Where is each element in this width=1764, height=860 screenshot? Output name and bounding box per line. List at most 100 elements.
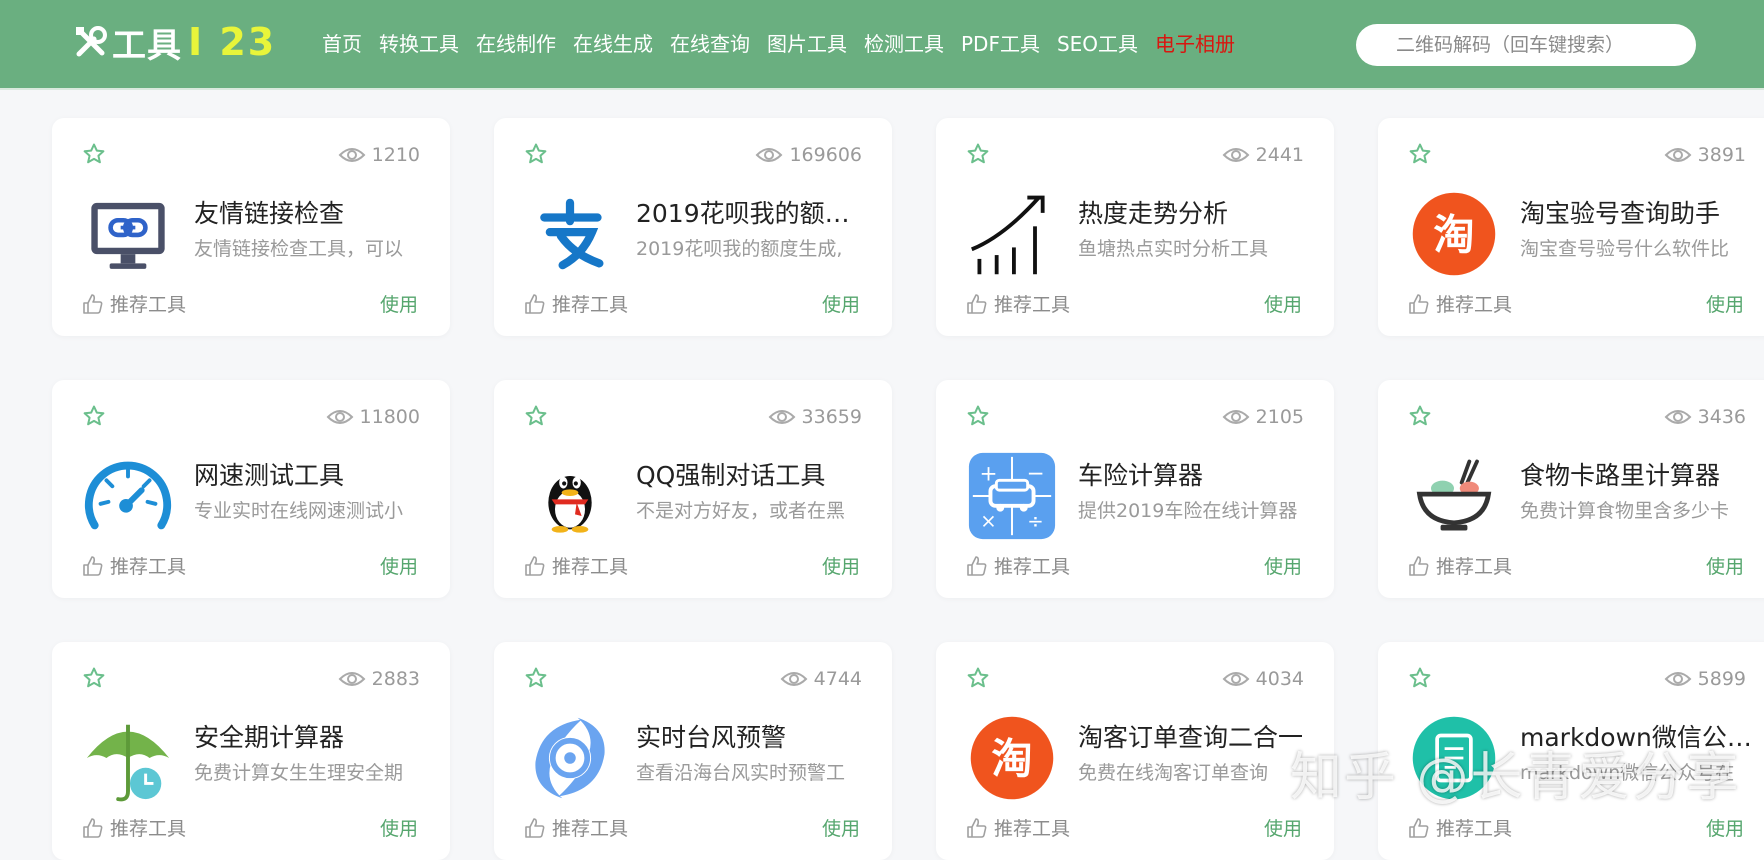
favorite-star-icon[interactable] (524, 404, 548, 428)
nav-item-0[interactable]: 首页 (322, 28, 362, 57)
favorite-star-icon[interactable] (966, 142, 990, 166)
tool-card[interactable]: 169606 2019花呗我的额度生成 2019花呗我的额度生成, 推荐工具 使… (494, 118, 892, 336)
tool-title[interactable]: QQ强制对话工具 (636, 456, 872, 492)
nav-item-2[interactable]: 在线制作 (476, 28, 556, 57)
tool-title[interactable]: 友情链接检查 (194, 194, 430, 230)
tool-card[interactable]: 3891 淘 淘宝验号查询助手 淘宝查号验号什么软件比 推荐工具 使用 (1378, 118, 1764, 336)
tool-card[interactable]: 33659 QQ强制对话工具 不是对方好友，或者在黑 推荐工具 使用 (494, 380, 892, 598)
nav-item-3[interactable]: 在线生成 (573, 28, 653, 57)
nav-item-1[interactable]: 转换工具 (379, 28, 459, 57)
use-tool-link[interactable]: 使用 (1706, 552, 1744, 579)
typhoon-icon[interactable] (522, 710, 618, 806)
use-tool-link[interactable]: 使用 (822, 290, 860, 317)
site-logo[interactable]: 工具 I 23 (74, 20, 276, 66)
tool-card[interactable]: 2441 热度走势分析 鱼塘热点实时分析工具 推荐工具 使用 (936, 118, 1334, 336)
tool-description: markdown微信公众号在 (1520, 762, 1735, 784)
tool-title[interactable]: 2019花呗我的额度生成 (636, 194, 872, 230)
use-tool-link[interactable]: 使用 (1264, 814, 1302, 841)
eye-icon (1222, 146, 1250, 164)
recommend-tool-button[interactable]: 推荐工具 (966, 814, 1070, 841)
favorite-star-icon[interactable] (966, 666, 990, 690)
favorite-star-icon[interactable] (1408, 666, 1432, 690)
svg-text:×: × (980, 509, 996, 532)
car-calculator-icon[interactable]: + − × ÷ (964, 448, 1060, 544)
view-count: 2105 (1222, 406, 1304, 428)
view-count-value: 2883 (371, 668, 420, 690)
tool-card[interactable]: 2883 安全期计算器 免费计算女生生理安全期 推荐工具 使用 (52, 642, 450, 860)
use-tool-link[interactable]: 使用 (380, 552, 418, 579)
recommend-tool-button[interactable]: 推荐工具 (1408, 290, 1512, 317)
tool-card[interactable]: 4744 实时台风预警 查看沿海台风实时预警工 推荐工具 使用 (494, 642, 892, 860)
recommend-tool-button[interactable]: 推荐工具 (82, 290, 186, 317)
tool-card[interactable]: 3436 食物卡路里计算器 免费计算食物里含多少卡 推荐工具 使用 (1378, 380, 1764, 598)
use-tool-link[interactable]: 使用 (1706, 290, 1744, 317)
tool-title[interactable]: markdown微信公众号 (1520, 718, 1756, 754)
trend-chart-icon[interactable] (964, 186, 1060, 282)
tool-card[interactable]: 11800 网速测试工具 专业实时在线网速测试小 推荐工具 使用 (52, 380, 450, 598)
search-input[interactable] (1356, 24, 1696, 66)
use-tool-link[interactable]: 使用 (1706, 814, 1744, 841)
view-count-value: 2441 (1255, 144, 1304, 166)
tool-description: 免费计算女生生理安全期 (194, 762, 404, 784)
view-count: 4034 (1222, 668, 1304, 690)
nav-item-7[interactable]: PDF工具 (961, 28, 1040, 57)
tool-card[interactable]: 4034 淘 淘客订单查询二合一 免费在线淘客订单查询 推荐工具 使用 (936, 642, 1334, 860)
recommend-tool-button[interactable]: 推荐工具 (524, 290, 628, 317)
tool-card[interactable]: 1210 友情链接检查 友情链接检查工具，可以 推荐工具 使用 (52, 118, 450, 336)
favorite-star-icon[interactable] (1408, 142, 1432, 166)
taobao-icon[interactable]: 淘 (1406, 186, 1502, 282)
nav-item-9[interactable]: 电子相册 (1155, 28, 1235, 57)
favorite-star-icon[interactable] (1408, 404, 1432, 428)
use-tool-link[interactable]: 使用 (380, 814, 418, 841)
favorite-star-icon[interactable] (524, 666, 548, 690)
link-monitor-icon[interactable] (80, 186, 176, 282)
alipay-icon[interactable] (522, 186, 618, 282)
view-count-value: 1210 (371, 144, 420, 166)
recommend-tool-button[interactable]: 推荐工具 (524, 552, 628, 579)
view-count: 2441 (1222, 144, 1304, 166)
recommend-tool-button[interactable]: 推荐工具 (1408, 814, 1512, 841)
tool-title[interactable]: 车险计算器 (1078, 456, 1314, 492)
tool-title[interactable]: 食物卡路里计算器 (1520, 456, 1756, 492)
recommend-label: 推荐工具 (110, 294, 187, 316)
tool-title[interactable]: 淘客订单查询二合一 (1078, 718, 1314, 754)
favorite-star-icon[interactable] (966, 404, 990, 428)
favorite-star-icon[interactable] (82, 666, 106, 690)
tool-title[interactable]: 实时台风预警 (636, 718, 872, 754)
tool-title[interactable]: 淘宝验号查询助手 (1520, 194, 1756, 230)
umbrella-clock-icon[interactable] (80, 710, 176, 806)
nav-item-4[interactable]: 在线查询 (670, 28, 750, 57)
use-tool-link[interactable]: 使用 (822, 814, 860, 841)
use-tool-link[interactable]: 使用 (380, 290, 418, 317)
food-bowl-icon[interactable] (1406, 448, 1502, 544)
favorite-star-icon[interactable] (524, 142, 548, 166)
use-tool-link[interactable]: 使用 (822, 552, 860, 579)
tool-title[interactable]: 网速测试工具 (194, 456, 430, 492)
nav-item-8[interactable]: SEO工具 (1057, 28, 1138, 57)
svg-text:+: + (979, 461, 997, 486)
tool-title[interactable]: 热度走势分析 (1078, 194, 1314, 230)
thumb-up-icon (1408, 555, 1430, 577)
tool-title[interactable]: 安全期计算器 (194, 718, 430, 754)
tool-card[interactable]: 5899 markdown微信公众号 markdown微信公众号在 推荐工具 使… (1378, 642, 1764, 860)
speedometer-icon[interactable] (80, 448, 176, 544)
recommend-tool-button[interactable]: 推荐工具 (524, 814, 628, 841)
taobao-icon[interactable]: 淘 (964, 710, 1060, 806)
favorite-star-icon[interactable] (82, 404, 106, 428)
use-tool-link[interactable]: 使用 (1264, 552, 1302, 579)
nav-item-5[interactable]: 图片工具 (767, 28, 847, 57)
main-nav: 首页 转换工具 在线制作 在线生成 在线查询 图片工具 检测工具 PDF工具 SEO工具 电子相册 (322, 28, 1252, 57)
qq-penguin-icon[interactable] (522, 448, 618, 544)
recommend-tool-button[interactable]: 推荐工具 (82, 552, 186, 579)
favorite-star-icon[interactable] (82, 142, 106, 166)
document-icon[interactable] (1406, 710, 1502, 806)
recommend-tool-button[interactable]: 推荐工具 (1408, 552, 1512, 579)
use-tool-link[interactable]: 使用 (1264, 290, 1302, 317)
recommend-tool-button[interactable]: 推荐工具 (966, 290, 1070, 317)
nav-item-6[interactable]: 检测工具 (864, 28, 944, 57)
thumb-up-icon (524, 555, 546, 577)
tool-card[interactable]: 2105 + − × ÷ 车险计算器 提供2019车险在线计算器 推荐工具 使用 (936, 380, 1334, 598)
view-count-value: 11800 (359, 406, 420, 428)
recommend-tool-button[interactable]: 推荐工具 (82, 814, 186, 841)
recommend-tool-button[interactable]: 推荐工具 (966, 552, 1070, 579)
